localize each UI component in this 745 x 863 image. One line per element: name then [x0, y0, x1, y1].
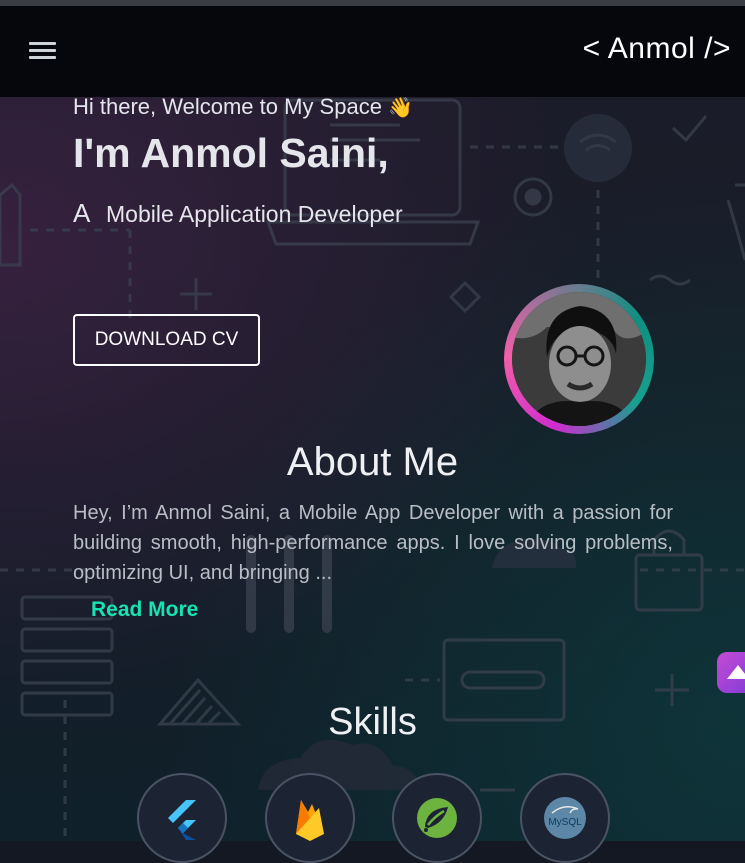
download-cv-button[interactable]: DOWNLOAD CV — [73, 314, 260, 366]
firebase-icon — [296, 800, 324, 841]
arrow-up-icon — [727, 665, 745, 679]
skill-firebase[interactable] — [265, 773, 355, 863]
role-title: Mobile Application Developer — [106, 201, 403, 227]
skill-flutter[interactable] — [137, 773, 227, 863]
avatar-illustration — [512, 292, 646, 426]
waving-hand-icon: 👋 — [388, 97, 413, 119]
browser-top-strip — [0, 0, 745, 6]
skill-mysql[interactable]: MySQL — [520, 773, 610, 863]
top-navbar: < Anmol /> — [0, 6, 745, 97]
mysql-label: MySQL — [548, 817, 582, 828]
scroll-to-top-button[interactable] — [717, 652, 745, 693]
profile-avatar-ring — [504, 284, 654, 434]
flutter-icon — [168, 800, 196, 840]
skills-heading: Skills — [328, 701, 417, 743]
mysql-icon: MySQL — [544, 797, 586, 839]
profile-photo — [512, 292, 646, 426]
about-heading: About Me — [286, 440, 459, 484]
site-logo[interactable]: < Anmol /> — [583, 32, 731, 66]
role-prefix: A — [73, 198, 91, 228]
greeting-text: Hi there, Welcome to My Space — [73, 94, 382, 119]
hero-greeting: Hi there, Welcome to My Space 👋 — [73, 94, 413, 120]
skill-spring[interactable] — [392, 773, 482, 863]
spring-icon — [417, 798, 457, 838]
hero-name: I'm Anmol Saini, — [73, 130, 389, 176]
hamburger-menu-icon[interactable] — [28, 38, 58, 64]
about-paragraph: Hey, I’m Anmol Saini, a Mobile App Devel… — [73, 502, 673, 584]
read-more-link[interactable]: Read More — [91, 598, 198, 622]
